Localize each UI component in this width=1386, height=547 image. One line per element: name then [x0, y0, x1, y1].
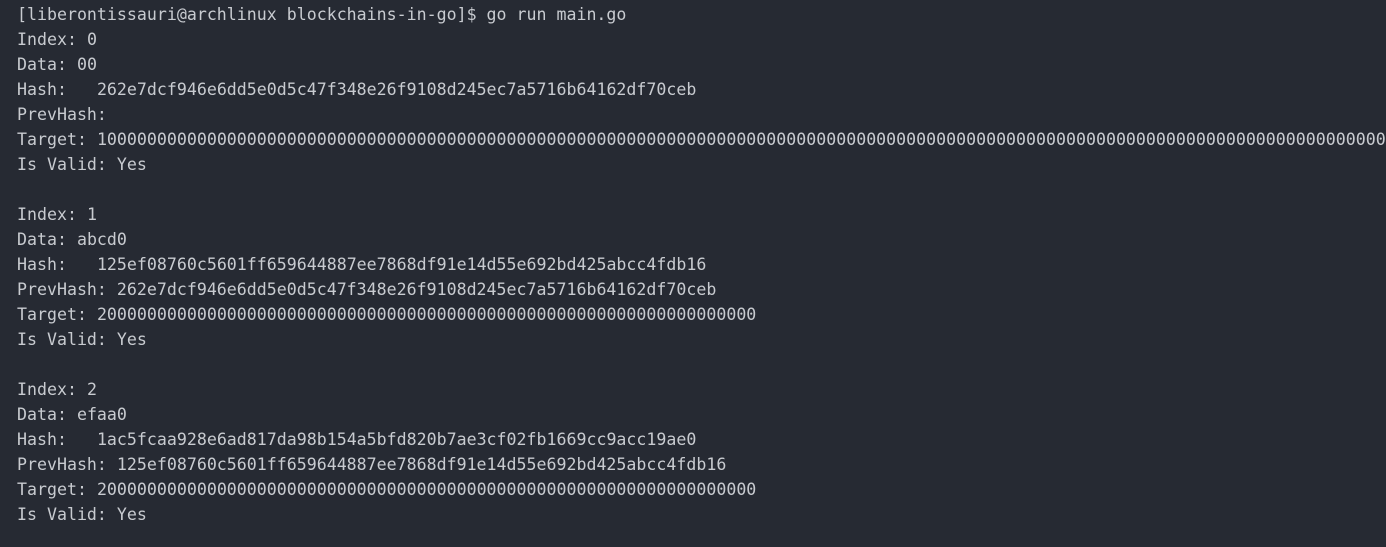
prevhash-value: 125ef08760c5601ff659644887ee7868df91e14d… — [116, 455, 727, 474]
data-value: 00 — [76, 55, 97, 74]
block-data-line: Data: 00 — [17, 52, 1386, 77]
target-value: 1000000000000000000000000000000000000000… — [96, 130, 1386, 149]
prevhash-value: 262e7dcf946e6dd5e0d5c47f348e26f9108d245e… — [116, 280, 717, 299]
index-value: 0 — [86, 30, 97, 49]
index-value: 2 — [86, 380, 97, 399]
hash-label: Hash: — [17, 430, 97, 449]
block-prevhash-line: PrevHash: 125ef08760c5601ff659644887ee78… — [17, 452, 1386, 477]
block-hash-line: Hash: 125ef08760c5601ff659644887ee7868df… — [17, 252, 1386, 277]
hash-value: 1ac5fcaa928e6ad817da98b154a5bfd820b7ae3c… — [96, 430, 697, 449]
block-data-line: Data: abcd0 — [17, 227, 1386, 252]
block-output-1: Index: 1 Data: abcd0 Hash: 125ef08760c56… — [17, 202, 1386, 352]
index-label: Index: — [17, 205, 87, 224]
terminal-window[interactable]: [liberontissauri@archlinux blockchains-i… — [0, 0, 1386, 547]
block-valid-line: Is Valid: Yes — [17, 502, 1386, 527]
block-valid-line: Is Valid: Yes — [17, 152, 1386, 177]
block-target-line: Target: 20000000000000000000000000000000… — [17, 302, 1386, 327]
hash-label: Hash: — [17, 255, 97, 274]
valid-value: Yes — [116, 155, 147, 174]
block-valid-line: Is Valid: Yes — [17, 327, 1386, 352]
valid-label: Is Valid: — [17, 155, 117, 174]
valid-value: Yes — [116, 330, 147, 349]
block-target-line: Target: 10000000000000000000000000000000… — [17, 127, 1386, 152]
target-label: Target: — [17, 305, 97, 324]
data-label: Data: — [17, 405, 77, 424]
data-value: efaa0 — [76, 405, 127, 424]
prevhash-label: PrevHash: — [17, 455, 117, 474]
block-hash-line: Hash: 1ac5fcaa928e6ad817da98b154a5bfd820… — [17, 427, 1386, 452]
data-label: Data: — [17, 230, 77, 249]
index-value: 1 — [86, 205, 97, 224]
block-prevhash-line: PrevHash: 262e7dcf946e6dd5e0d5c47f348e26… — [17, 277, 1386, 302]
hash-label: Hash: — [17, 80, 97, 99]
block-index-line: Index: 2 — [17, 377, 1386, 402]
target-value: 2000000000000000000000000000000000000000… — [96, 305, 757, 324]
hash-value: 262e7dcf946e6dd5e0d5c47f348e26f9108d245e… — [96, 80, 697, 99]
valid-label: Is Valid: — [17, 330, 117, 349]
prevhash-label: PrevHash: — [17, 280, 117, 299]
index-label: Index: — [17, 380, 87, 399]
target-label: Target: — [17, 130, 97, 149]
block-data-line: Data: efaa0 — [17, 402, 1386, 427]
index-label: Index: — [17, 30, 87, 49]
block-output-0: Index: 0 Data: 00 Hash: 262e7dcf946e6dd5… — [17, 27, 1386, 177]
command-prompt-line: [liberontissauri@archlinux blockchains-i… — [17, 5, 627, 24]
block-index-line: Index: 0 — [17, 27, 1386, 52]
data-value: abcd0 — [76, 230, 127, 249]
prevhash-label: PrevHash: — [17, 105, 117, 124]
target-value: 2000000000000000000000000000000000000000… — [96, 480, 757, 499]
target-label: Target: — [17, 480, 97, 499]
block-target-line: Target: 20000000000000000000000000000000… — [17, 477, 1386, 502]
valid-label: Is Valid: — [17, 505, 117, 524]
block-prevhash-line: PrevHash: — [17, 102, 1386, 127]
block-index-line: Index: 1 — [17, 202, 1386, 227]
block-output-2: Index: 2 Data: efaa0 Hash: 1ac5fcaa928e6… — [17, 377, 1386, 527]
data-label: Data: — [17, 55, 77, 74]
valid-value: Yes — [116, 505, 147, 524]
hash-value: 125ef08760c5601ff659644887ee7868df91e14d… — [96, 255, 707, 274]
block-hash-line: Hash: 262e7dcf946e6dd5e0d5c47f348e26f910… — [17, 77, 1386, 102]
